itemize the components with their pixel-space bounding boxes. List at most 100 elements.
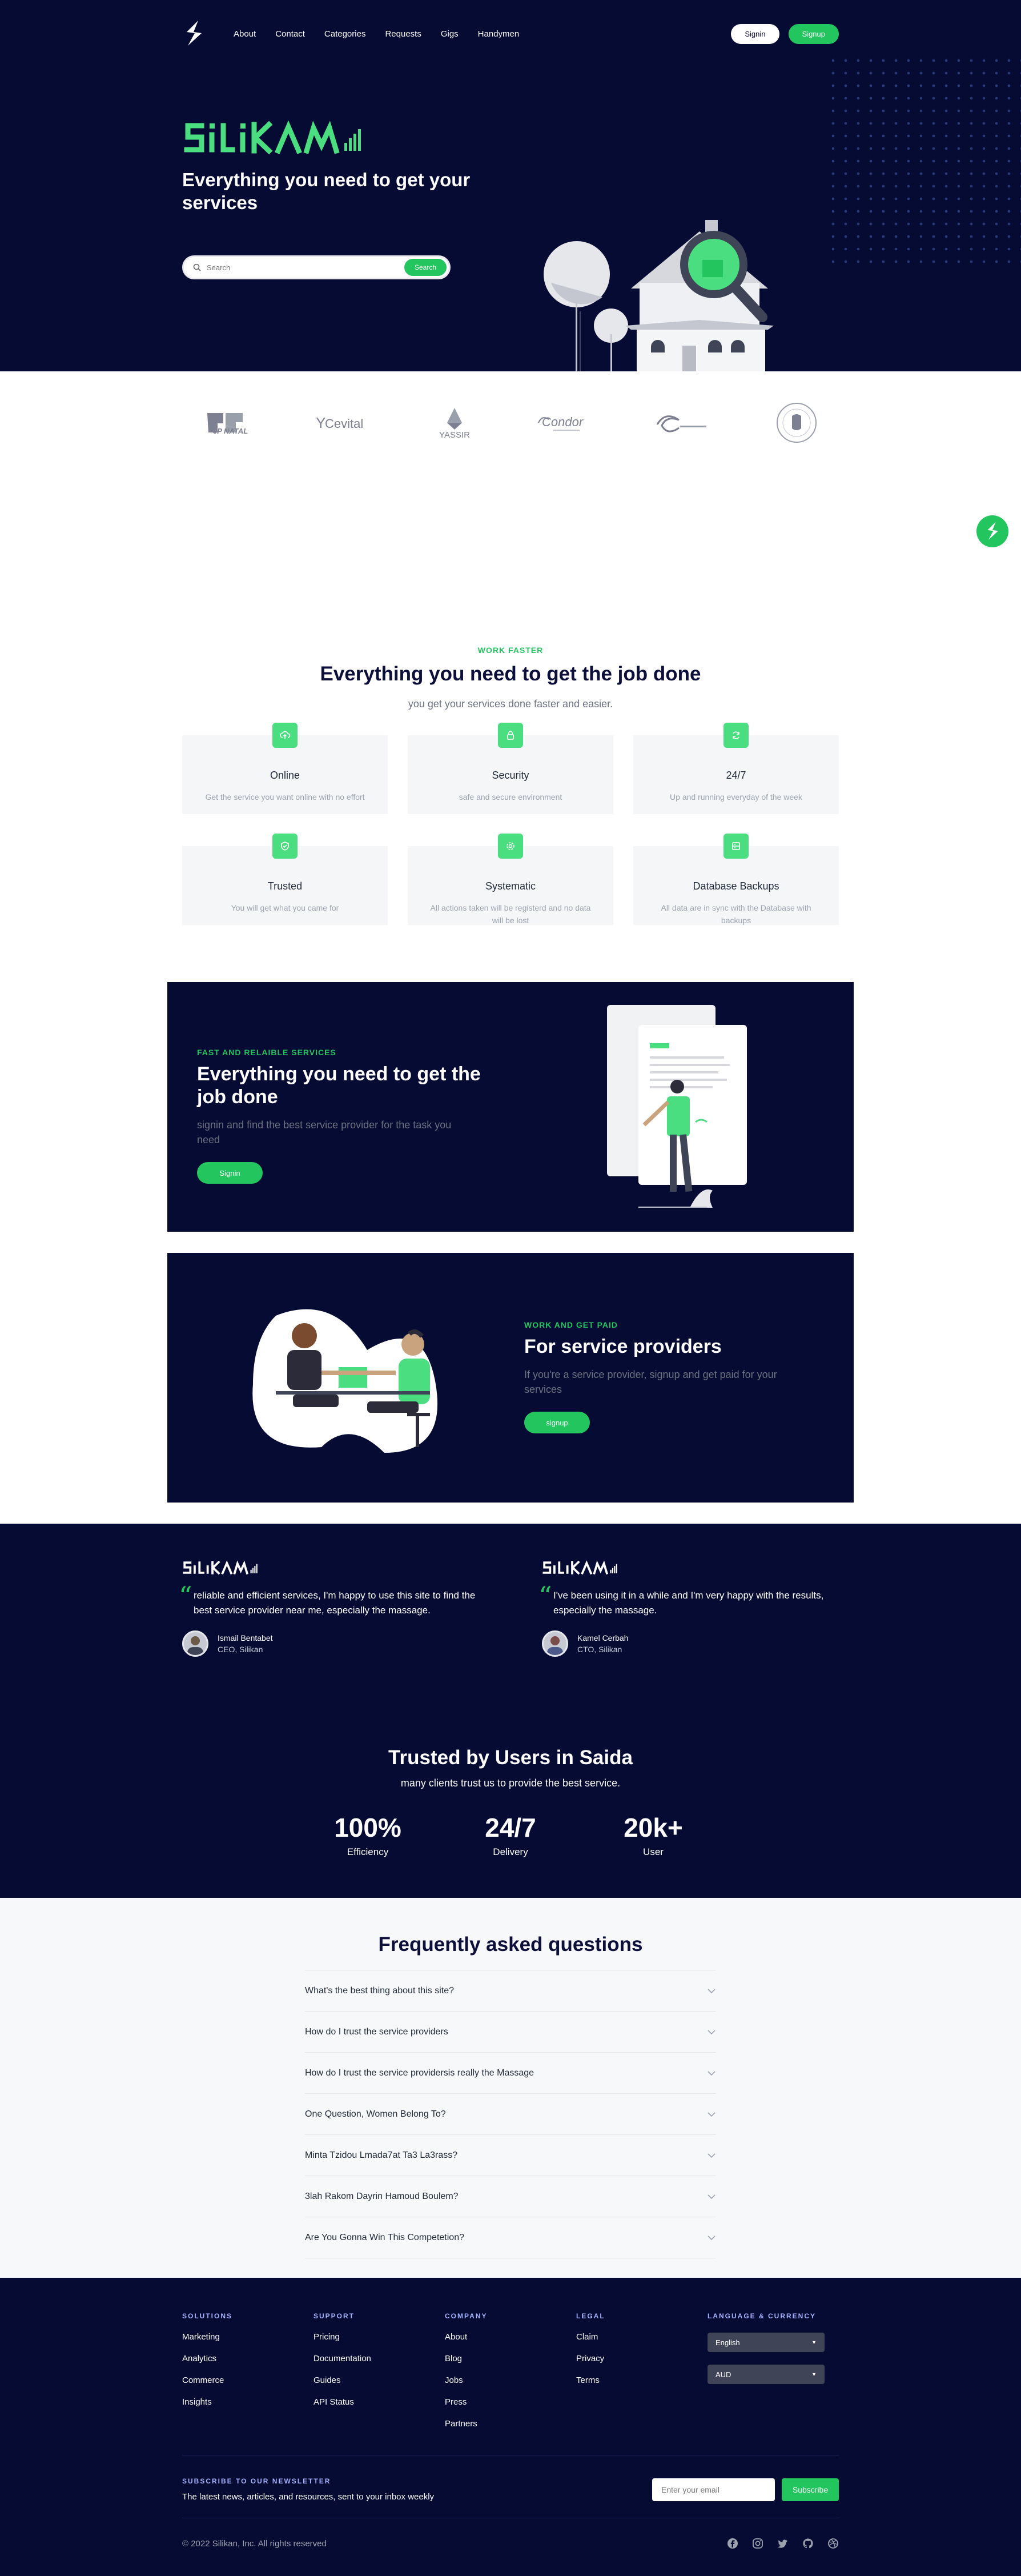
faq-question: How do I trust the service providersis r… bbox=[305, 2068, 534, 2078]
avatar bbox=[182, 1630, 208, 1657]
feature-title: Trusted bbox=[267, 880, 303, 892]
hero-title: Everything you need to get your services bbox=[182, 169, 471, 213]
dribbble-icon[interactable] bbox=[827, 2538, 839, 2549]
person-document-illustration bbox=[607, 1005, 747, 1208]
chevron-down-icon bbox=[708, 2153, 715, 2158]
faq-question: What's the best thing about this site? bbox=[305, 1985, 454, 1996]
language-select[interactable]: English ▼ bbox=[708, 2333, 825, 2352]
stat-delivery: 24/7 Delivery bbox=[439, 1812, 582, 1858]
handshake-illustration bbox=[252, 1309, 438, 1453]
footer-heading: LANGUAGE & CURRENCY bbox=[708, 2312, 817, 2320]
faq-title: Frequently asked questions bbox=[378, 1933, 643, 1956]
faq-item[interactable]: What's the best thing about this site? bbox=[305, 1970, 716, 2012]
feature-title: 24/7 bbox=[726, 770, 746, 781]
trusted-title: Trusted by Users in Saida bbox=[388, 1746, 633, 1769]
chevron-down-icon bbox=[708, 2070, 715, 2076]
footer-link[interactable]: Privacy bbox=[576, 2354, 708, 2363]
feature-card-security: Security safe and secure environment bbox=[408, 723, 613, 814]
nav-link-handymen[interactable]: Handymen bbox=[478, 29, 520, 39]
floating-chat-button[interactable] bbox=[976, 515, 1008, 547]
footer-link[interactable]: API Status bbox=[313, 2397, 445, 2407]
chevron-down-icon bbox=[708, 1988, 715, 1993]
nav-link-gigs[interactable]: Gigs bbox=[441, 29, 459, 39]
top-nav: About Contact Categories Requests Gigs H… bbox=[182, 0, 839, 67]
footer-link[interactable]: Marketing bbox=[182, 2332, 313, 2342]
quote-mark-icon: “ bbox=[179, 1581, 192, 1612]
search-icon bbox=[193, 263, 201, 271]
footer-link[interactable]: Guides bbox=[313, 2375, 445, 2385]
currency-select[interactable]: AUD ▼ bbox=[708, 2365, 825, 2384]
nav-link-about[interactable]: About bbox=[234, 29, 256, 39]
testimonial-quote: reliable and efficient services, I'm hap… bbox=[194, 1590, 476, 1616]
cog-icon bbox=[498, 834, 523, 859]
faq-section: Frequently asked questions What's the be… bbox=[0, 1898, 1021, 2278]
footer-link[interactable]: Commerce bbox=[182, 2375, 313, 2385]
newsletter-email-input[interactable] bbox=[652, 2478, 775, 2501]
chevron-down-icon bbox=[708, 2112, 715, 2117]
footer-heading: SOLUTIONS bbox=[182, 2312, 233, 2320]
footer-heading: LEGAL bbox=[576, 2312, 605, 2320]
nav-link-categories[interactable]: Categories bbox=[324, 29, 366, 39]
faq-item[interactable]: How do I trust the service providersis r… bbox=[305, 2053, 716, 2094]
svg-text:JP NATAL: JP NATAL bbox=[213, 427, 248, 435]
partner-logo-condor: Condor bbox=[536, 411, 593, 434]
signup-button[interactable]: Signup bbox=[788, 23, 839, 44]
caret-down-icon: ▼ bbox=[811, 2371, 817, 2377]
stat-value: 100% bbox=[334, 1813, 401, 1842]
nav-link-contact[interactable]: Contact bbox=[275, 29, 305, 39]
search-input[interactable] bbox=[207, 263, 404, 272]
footer-heading: COMPANY bbox=[445, 2312, 488, 2320]
feature-desc: All actions taken will be registerd and … bbox=[430, 903, 591, 925]
github-icon[interactable] bbox=[802, 2538, 814, 2549]
feature-title: Security bbox=[492, 770, 529, 781]
footer-link[interactable]: Analytics bbox=[182, 2354, 313, 2363]
faq-item[interactable]: How do I trust the service providers bbox=[305, 2012, 716, 2053]
banner-subtitle: If you're a service provider, signup and… bbox=[524, 1369, 777, 1395]
nav-link-requests[interactable]: Requests bbox=[385, 29, 421, 39]
faq-item[interactable]: Minta Tzidou Lmada7at Ta3 La3rass? bbox=[305, 2135, 716, 2176]
banner-subtitle: signin and find the best service provide… bbox=[197, 1119, 452, 1145]
site-logo-icon bbox=[987, 522, 999, 540]
feature-desc: safe and secure environment bbox=[459, 792, 562, 802]
facebook-icon[interactable] bbox=[727, 2538, 738, 2549]
footer-link[interactable]: Insights bbox=[182, 2397, 313, 2407]
features-title: Everything you need to get the job done bbox=[320, 663, 701, 685]
footer-link[interactable]: Blog bbox=[445, 2354, 576, 2363]
banner-signin-button[interactable]: Signin bbox=[197, 1162, 263, 1184]
provider-banner: WORK AND GET PAID For service providers … bbox=[167, 1253, 854, 1503]
footer-link[interactable]: Claim bbox=[576, 2332, 708, 2342]
footer-link[interactable]: Partners bbox=[445, 2419, 576, 2429]
footer-link[interactable]: About bbox=[445, 2332, 576, 2342]
subscribe-button[interactable]: Subscribe bbox=[782, 2478, 839, 2501]
faq-item[interactable]: 3lah Rakom Dayrin Hamoud Boulem? bbox=[305, 2176, 716, 2217]
stat-users: 20k+ User bbox=[582, 1812, 725, 1858]
site-logo-icon[interactable] bbox=[182, 19, 205, 48]
svg-text:YASSIR: YASSIR bbox=[439, 430, 470, 440]
banner-signup-button[interactable]: signup bbox=[524, 1412, 590, 1433]
feature-desc: All data are in sync with the Database w… bbox=[661, 903, 811, 925]
server-icon bbox=[723, 834, 749, 859]
footer-link[interactable]: Terms bbox=[576, 2375, 708, 2385]
features-subtitle: you get your services done faster and ea… bbox=[408, 698, 613, 710]
chevron-down-icon bbox=[708, 2235, 715, 2240]
refresh-icon bbox=[723, 723, 749, 748]
footer-link[interactable]: Pricing bbox=[313, 2332, 445, 2342]
search-button[interactable]: Search bbox=[404, 259, 447, 276]
footer-link[interactable]: Jobs bbox=[445, 2375, 576, 2385]
footer-link[interactable]: Press bbox=[445, 2397, 576, 2407]
faq-question: 3lah Rakom Dayrin Hamoud Boulem? bbox=[305, 2191, 459, 2201]
twitter-icon[interactable] bbox=[777, 2538, 789, 2549]
nav-links: About Contact Categories Requests Gigs H… bbox=[234, 29, 519, 39]
stat-label: Efficiency bbox=[347, 1846, 389, 1857]
footer-link[interactable]: Documentation bbox=[313, 2354, 445, 2363]
stat-value: 20k+ bbox=[624, 1813, 683, 1842]
signin-button[interactable]: Signin bbox=[731, 23, 779, 44]
feature-desc: Get the service you want online with no … bbox=[205, 792, 365, 802]
faq-item[interactable]: Are You Gonna Win This Competetion? bbox=[305, 2217, 716, 2258]
hero-section: About Contact Categories Requests Gigs H… bbox=[0, 0, 1021, 371]
faq-item[interactable]: One Question, Women Belong To? bbox=[305, 2094, 716, 2135]
newsletter: SUBSCRIBE TO OUR NEWSLETTER The latest n… bbox=[182, 2477, 839, 2518]
instagram-icon[interactable] bbox=[752, 2538, 763, 2549]
footer-column-company: COMPANY About Blog Jobs Press Partners bbox=[445, 2312, 576, 2429]
upload-cloud-icon bbox=[272, 723, 298, 748]
